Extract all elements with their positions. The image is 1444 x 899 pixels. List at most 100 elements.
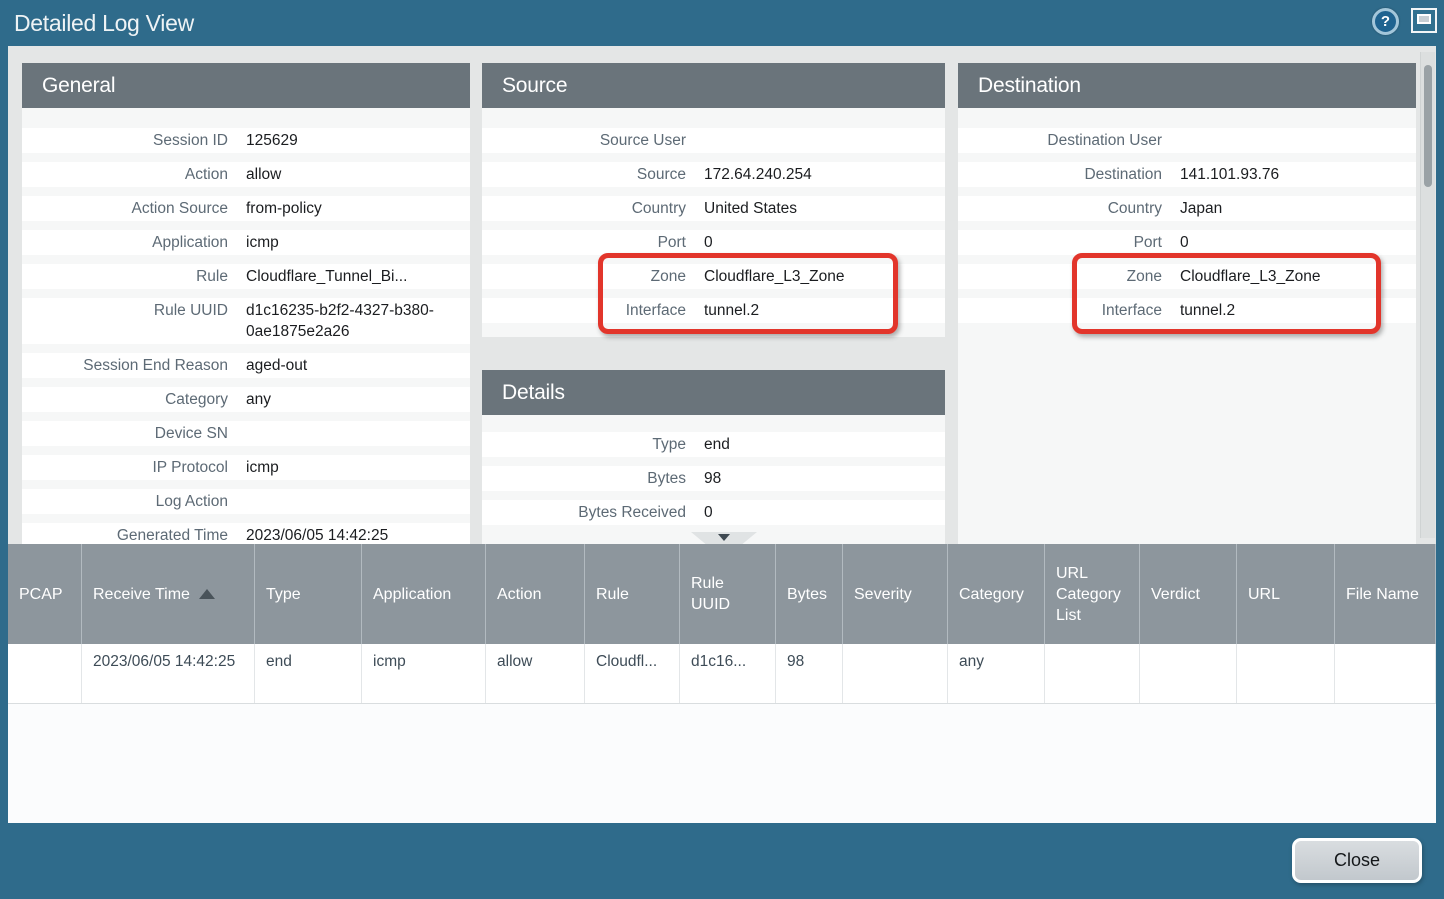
cell-verdict <box>1140 644 1237 703</box>
column-header-label: Rule <box>596 584 629 605</box>
column-header-application[interactable]: Application <box>362 544 486 644</box>
field-row-source: Source172.64.240.254 <box>482 162 945 187</box>
field-row-country: Country United States <box>482 196 945 221</box>
field-row-zone: Zone Cloudflare_L3_Zone <box>958 264 1416 289</box>
field-value: 125629 <box>246 130 298 151</box>
title-bar: Detailed Log View <box>0 0 1444 46</box>
panel-general-body: Session ID125629 Actionallow Action Source… <box>22 108 470 544</box>
column-header-type[interactable]: Type <box>255 544 362 644</box>
field-value: any <box>246 389 271 410</box>
column-header-rule[interactable]: Rule <box>585 544 680 644</box>
page-title: Detailed Log View <box>0 10 194 37</box>
field-label: Destination <box>958 164 1162 185</box>
field-label: Country <box>958 198 1162 219</box>
field-label: Destination User <box>958 130 1162 151</box>
column-header-label: Category <box>959 584 1024 605</box>
field-row-port: Port 0 <box>482 230 945 255</box>
field-label: Category <box>22 389 228 410</box>
field-label: Port <box>958 232 1162 253</box>
cell-application: icmp <box>362 644 486 703</box>
log-detail-panels-region: General Session ID125629 Actionallow Actio… <box>8 46 1436 544</box>
field-label: Zone <box>482 266 686 287</box>
field-row-interface: Interfacetunnel.2 <box>482 298 945 323</box>
field-row-generated-time: Generated Time2023/06/05 14:42:25 <box>22 523 470 544</box>
log-table-header: PCAP Receive TimeType Application Action Rul… <box>8 544 1436 644</box>
field-row-category: Category any <box>22 387 470 412</box>
field-row-session-end-reason: Session End Reasonaged-out <box>22 353 470 378</box>
field-value: icmp <box>246 457 279 478</box>
column-header-category[interactable]: Category <box>948 544 1045 644</box>
panel-general-title: General <box>22 63 470 108</box>
field-label: Source User <box>482 130 686 151</box>
field-value: Cloudflare_Tunnel_Bi... <box>246 266 407 287</box>
panel-details: Details TypeendBytes98Bytes Received0 <box>482 370 945 544</box>
field-label: Country <box>482 198 686 219</box>
field-label: Bytes Received <box>482 502 686 523</box>
table-row[interactable]: 2023/06/05 14:42:25endicmpallowCloudfl..… <box>8 644 1436 704</box>
help-icon[interactable]: ? <box>1372 8 1399 35</box>
panel-source-title: Source <box>482 63 945 108</box>
field-label: Action Source <box>22 198 228 219</box>
field-value: Cloudflare_L3_Zone <box>1180 266 1320 287</box>
field-row-destination: Destination 141.101.93.76 <box>958 162 1416 187</box>
column-header-rule-uuid[interactable]: Rule UUID <box>680 544 776 644</box>
field-value: United States <box>704 198 797 219</box>
column-header-label: Application <box>373 584 451 605</box>
field-value: 0 <box>704 232 713 253</box>
field-label: Log Action <box>22 491 228 512</box>
field-value: 141.101.93.76 <box>1180 164 1279 185</box>
column-header-pcap[interactable]: PCAP <box>8 544 82 644</box>
cell-severity <box>843 644 948 703</box>
panel-general: General Session ID125629 Actionallow Actio… <box>22 63 470 544</box>
panels-scrollbar-track[interactable] <box>1420 52 1435 538</box>
column-header-label: Action <box>497 584 541 605</box>
field-label: Rule <box>22 266 228 287</box>
column-header-url[interactable]: URL <box>1237 544 1335 644</box>
field-value: tunnel.2 <box>1180 300 1235 321</box>
cell-rule-uuid: d1c16... <box>680 644 776 703</box>
field-row-action: Actionallow <box>22 162 470 187</box>
field-label: Zone <box>958 266 1162 287</box>
field-label: Port <box>482 232 686 253</box>
column-header-severity[interactable]: Severity <box>843 544 948 644</box>
field-row-application: Applicationicmp <box>22 230 470 255</box>
column-header-action[interactable]: Action <box>486 544 585 644</box>
field-label: IP Protocol <box>22 457 228 478</box>
panel-destination-title: Destination <box>958 63 1416 108</box>
panel-destination-body: Destination User Destination 141.101.93.76… <box>958 108 1416 323</box>
triangle-down-icon <box>718 534 730 541</box>
column-header-label: PCAP <box>19 584 63 605</box>
column-header-label: URL Category List <box>1056 563 1131 626</box>
field-label: Interface <box>482 300 686 321</box>
field-row-destination-user: Destination User <box>958 128 1416 153</box>
panels-scrollbar-thumb[interactable] <box>1424 65 1432 187</box>
triangle-up-icon <box>199 589 215 599</box>
column-header-file-name[interactable]: File Name <box>1335 544 1436 644</box>
field-value: 172.64.240.254 <box>704 164 812 185</box>
close-button[interactable]: Close <box>1292 838 1422 883</box>
cell-action: allow <box>486 644 585 703</box>
window-restore-icon-inner <box>1417 14 1431 24</box>
field-row-source-user: Source User <box>482 128 945 153</box>
column-header-verdict[interactable]: Verdict <box>1140 544 1237 644</box>
field-row-interface: Interfacetunnel.2 <box>958 298 1416 323</box>
field-row-bytes: Bytes98 <box>482 466 945 491</box>
column-header-url-category-list[interactable]: URL Category List <box>1045 544 1140 644</box>
column-header-receive-time[interactable]: Receive Time <box>82 544 255 644</box>
column-header-bytes[interactable]: Bytes <box>776 544 843 644</box>
field-value: icmp <box>246 232 279 253</box>
field-row-session-id: Session ID125629 <box>22 128 470 153</box>
log-table: PCAP Receive TimeType Application Action Rul… <box>8 544 1436 823</box>
field-value: d1c16235-b2f2-4327-b380-0ae1875e2a26 <box>246 300 442 342</box>
field-label: Rule UUID <box>22 300 228 342</box>
window-restore-icon[interactable] <box>1411 8 1437 33</box>
field-row-rule: Rule Cloudflare_Tunnel_Bi... <box>22 264 470 289</box>
cell-receive-time: 2023/06/05 14:42:25 <box>82 644 255 703</box>
field-value: Cloudflare_L3_Zone <box>704 266 844 287</box>
field-label: Generated Time <box>22 525 228 544</box>
detailed-log-view-dialog: { "title_bar": { "title": "Detailed Log … <box>0 0 1444 899</box>
cell-rule: Cloudfl... <box>585 644 680 703</box>
field-value: 0 <box>1180 232 1189 253</box>
field-row-action-source: Action Sourcefrom-policy <box>22 196 470 221</box>
field-value: end <box>704 434 730 455</box>
